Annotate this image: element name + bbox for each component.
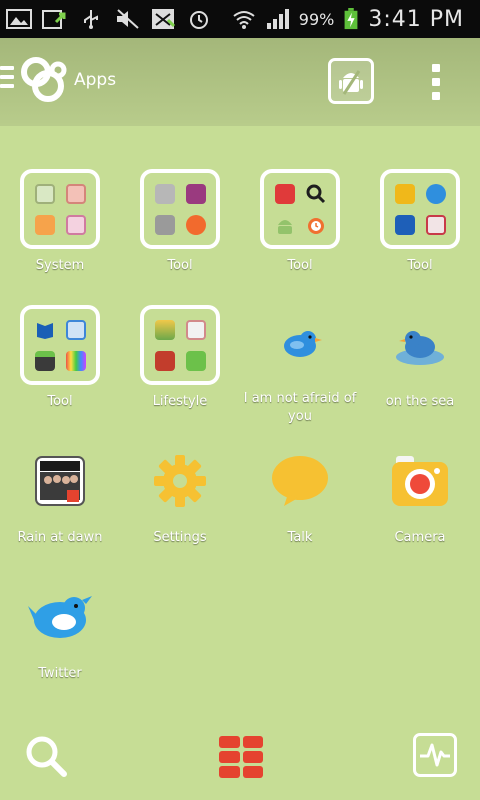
folder-app-icon bbox=[394, 183, 415, 204]
wifi-icon bbox=[233, 11, 255, 29]
app-label: Twitter bbox=[38, 666, 82, 681]
folder-app-icon bbox=[34, 214, 55, 235]
folder-icon bbox=[380, 169, 460, 249]
menu-icon[interactable] bbox=[0, 66, 14, 96]
camera-icon bbox=[380, 441, 460, 521]
app-label: Tool bbox=[47, 394, 73, 409]
drawer-tile bbox=[219, 766, 240, 778]
app-twitter[interactable]: Twitter bbox=[0, 568, 120, 698]
gear-icon bbox=[140, 441, 220, 521]
folder-app-icon bbox=[34, 350, 55, 371]
alarm-icon bbox=[190, 11, 208, 29]
folder-icon bbox=[20, 169, 100, 249]
twitter-bird-icon bbox=[20, 577, 100, 657]
activity-icon bbox=[420, 743, 450, 767]
folder-icon bbox=[140, 169, 220, 249]
folder-app-icon bbox=[65, 214, 86, 235]
folder-tool-2[interactable]: Tool bbox=[240, 160, 360, 290]
drawer-tile bbox=[242, 766, 263, 778]
signal-icon bbox=[266, 9, 289, 29]
status-bar-right: 99% 3:41 PM bbox=[231, 5, 464, 33]
app-label: Talk bbox=[287, 530, 313, 545]
status-bar: 99% 3:41 PM bbox=[0, 0, 480, 38]
cnblue-theme-icon bbox=[20, 441, 100, 521]
app-label: Lifestyle bbox=[152, 394, 208, 409]
app-store-button[interactable] bbox=[328, 58, 374, 104]
folder-app-icon bbox=[154, 183, 175, 204]
folder-app-icon bbox=[34, 183, 55, 204]
folder-tool-3[interactable]: Tool bbox=[360, 160, 480, 290]
folder-app-icon bbox=[65, 319, 86, 340]
app-label: I am not afraid of you bbox=[243, 391, 357, 424]
app-settings[interactable]: Settings bbox=[120, 432, 240, 562]
folder-app-icon bbox=[154, 214, 175, 235]
status-time: 3:41 PM bbox=[368, 6, 464, 32]
search-icon[interactable] bbox=[24, 734, 68, 778]
folder-app-icon bbox=[65, 183, 86, 204]
mute-icon bbox=[117, 9, 139, 29]
folder-app-icon bbox=[154, 350, 175, 371]
activity-button[interactable] bbox=[413, 733, 457, 777]
app-talk[interactable]: Talk bbox=[240, 432, 360, 562]
app-label: on the sea bbox=[385, 394, 455, 409]
app-rain-at-dawn[interactable]: Rain at dawn bbox=[0, 432, 120, 562]
blue-bird-icon bbox=[260, 305, 340, 382]
app-label: Tool bbox=[287, 258, 313, 273]
app-i-am-not-afraid-of-you[interactable]: I am not afraid of you bbox=[240, 296, 360, 426]
folder-app-icon bbox=[185, 350, 206, 371]
drawer-tile bbox=[219, 736, 240, 748]
folder-app-icon bbox=[154, 319, 175, 340]
magnifier-icon bbox=[306, 184, 325, 203]
speech-bubble-icon bbox=[260, 441, 340, 521]
folder-app-icon bbox=[185, 183, 206, 204]
folder-system[interactable]: System bbox=[0, 160, 120, 290]
app-store-icon bbox=[339, 70, 363, 95]
folder-icon bbox=[140, 305, 220, 385]
folder-app-icon bbox=[65, 350, 86, 371]
app-label: Camera bbox=[394, 530, 446, 545]
app-label: Rain at dawn bbox=[17, 530, 103, 545]
sea-bird-icon bbox=[380, 305, 460, 385]
go-launcher-logo-icon[interactable] bbox=[18, 54, 70, 106]
battery-charging-icon bbox=[344, 8, 358, 30]
app-label: Settings bbox=[153, 530, 207, 545]
folder-app-icon bbox=[425, 183, 446, 204]
notification-icon bbox=[152, 9, 176, 29]
alarm-clock-icon bbox=[307, 217, 324, 234]
app-label: System bbox=[35, 258, 85, 273]
folder-app-icon bbox=[394, 214, 415, 235]
app-camera[interactable]: Camera bbox=[360, 432, 480, 562]
folder-icon bbox=[260, 169, 340, 249]
drawer-tile bbox=[242, 736, 263, 748]
android-icon bbox=[277, 219, 292, 234]
page-title: Apps bbox=[74, 70, 117, 90]
folder-lifestyle[interactable]: Lifestyle bbox=[120, 296, 240, 426]
usb-icon bbox=[84, 10, 98, 29]
drawer-tile bbox=[219, 751, 240, 763]
gallery-icon bbox=[6, 9, 32, 29]
folder-tool-1[interactable]: Tool bbox=[120, 160, 240, 290]
app-label: Tool bbox=[167, 258, 193, 273]
action-bar: Apps bbox=[0, 38, 480, 126]
drawer-tile bbox=[242, 751, 263, 763]
status-bar-left bbox=[6, 5, 212, 33]
battery-percent: 99% bbox=[298, 9, 335, 29]
book-icon bbox=[36, 322, 53, 339]
upload-icon bbox=[42, 10, 66, 29]
app-drawer-icon[interactable] bbox=[219, 736, 263, 778]
google-plus-icon bbox=[274, 183, 295, 204]
overflow-menu-icon[interactable] bbox=[430, 64, 442, 100]
folder-app-icon bbox=[425, 214, 446, 235]
folder-app-icon bbox=[185, 214, 206, 235]
folder-tool-4[interactable]: Tool bbox=[0, 296, 120, 426]
app-on-the-sea[interactable]: on the sea bbox=[360, 296, 480, 426]
folder-icon bbox=[20, 305, 100, 385]
app-label: Tool bbox=[407, 258, 433, 273]
folder-app-icon bbox=[185, 319, 206, 340]
